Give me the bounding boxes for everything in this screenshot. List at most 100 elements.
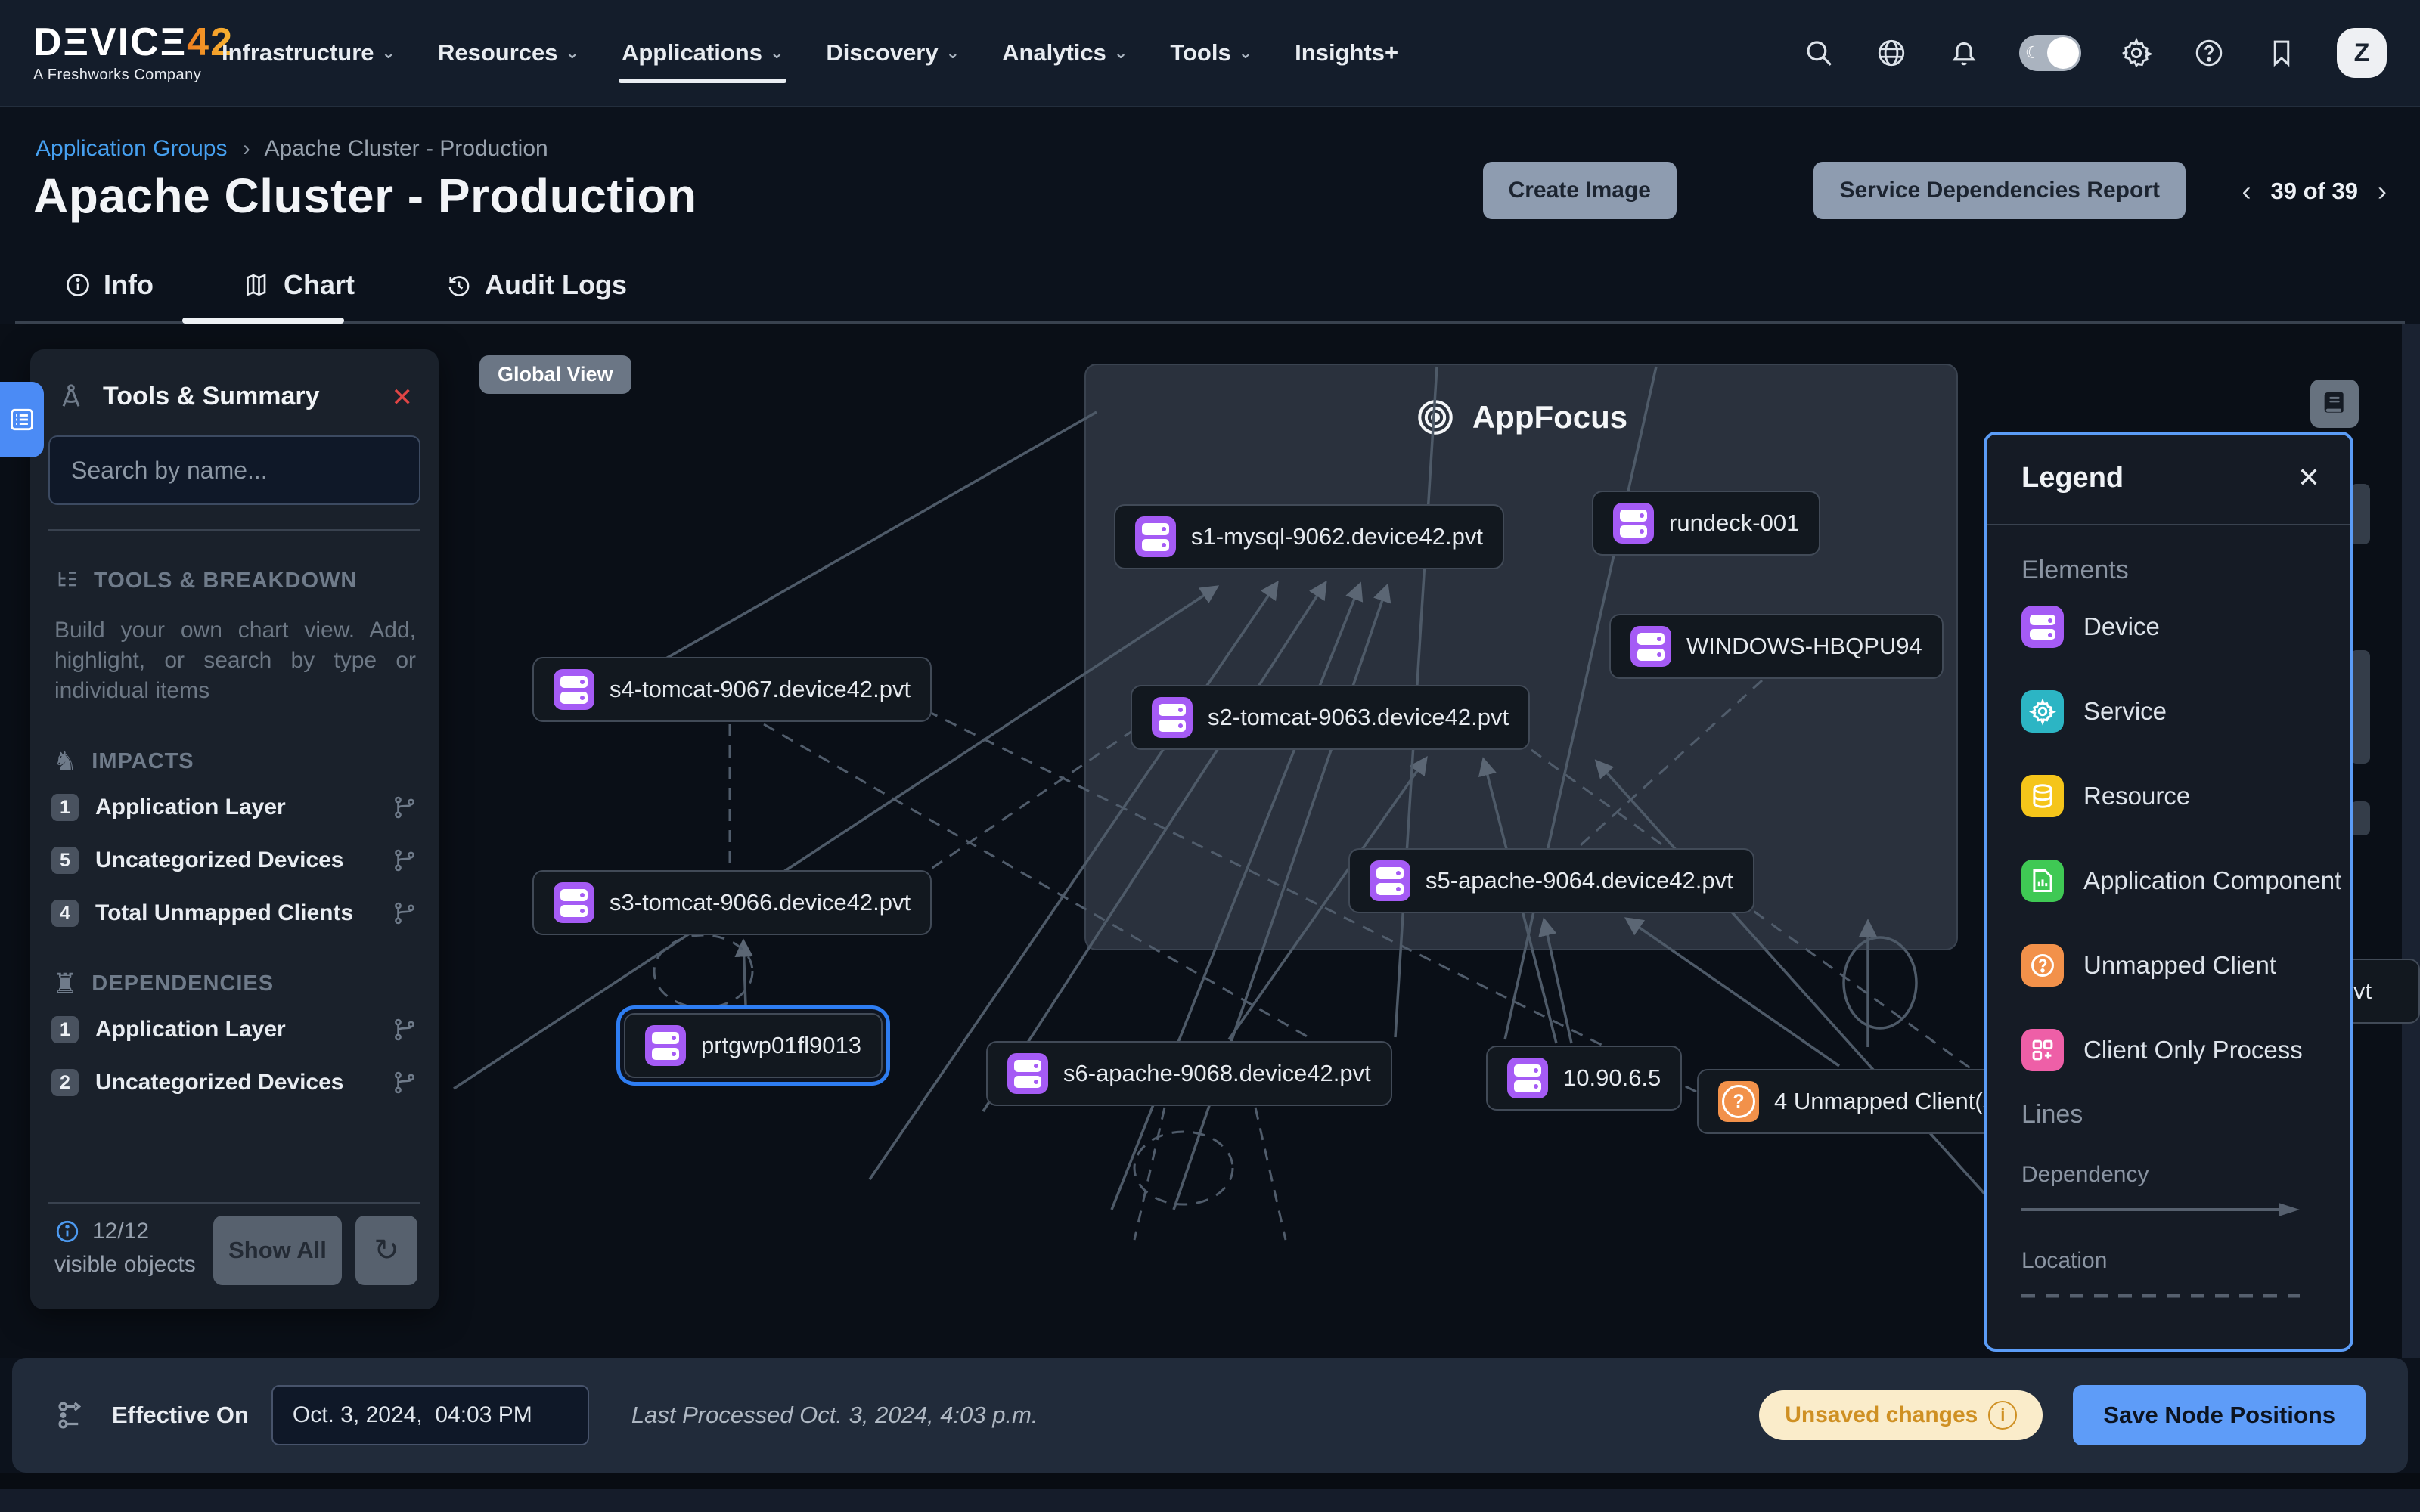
section-title: DEPENDENCIES	[92, 971, 274, 996]
active-tab-underline	[182, 318, 344, 324]
visible-objects-label: visible objects	[54, 1252, 196, 1278]
database-icon	[2021, 775, 2064, 817]
effective-on-label: Effective On	[112, 1402, 249, 1429]
history-icon	[445, 271, 473, 299]
refresh-button[interactable]: ↻	[355, 1216, 417, 1285]
panel-collapse-tab[interactable]	[0, 382, 44, 457]
chevron-down-icon: ⌄	[1239, 43, 1252, 63]
node-s3-tomcat[interactable]: s3-tomcat-9066.device42.pvt	[532, 870, 932, 935]
page-bottom-strip	[0, 1489, 2420, 1512]
book-icon	[2319, 389, 2350, 419]
node-s2-tomcat[interactable]: s2-tomcat-9063.device42.pvt	[1131, 685, 1530, 750]
node-rundeck-001[interactable]: rundeck-001	[1592, 491, 1820, 556]
impact-row-uncategorized[interactable]: 5 Uncategorized Devices	[51, 847, 417, 874]
unmapped-client-icon	[2021, 944, 2064, 987]
legend-item-client-only-process: Client Only Process	[2021, 1029, 2303, 1071]
node-unmapped-clients[interactable]: ? 4 Unmapped Client(s	[1697, 1069, 2015, 1134]
info-icon	[64, 271, 92, 299]
tab-info[interactable]: Info	[64, 269, 154, 301]
legend-elements-heading: Elements	[2021, 556, 2129, 585]
menu-tools[interactable]: Tools⌄	[1170, 39, 1252, 67]
menu-insights[interactable]: Insights+	[1295, 39, 1398, 67]
create-image-button[interactable]: Create Image	[1483, 162, 1677, 219]
branch-icon[interactable]	[392, 847, 417, 873]
show-all-button[interactable]: Show All	[213, 1216, 342, 1285]
bookmark-icon[interactable]	[2264, 36, 2299, 70]
chevron-down-icon: ⌄	[382, 43, 396, 63]
branch-icon[interactable]	[392, 1070, 417, 1095]
count-badge: 1	[51, 1016, 79, 1043]
device-icon	[1613, 503, 1654, 544]
count-badge: 4	[51, 900, 79, 927]
device-icon	[1007, 1053, 1048, 1094]
section-title: TOOLS & BREAKDOWN	[94, 569, 357, 593]
tabs-divider	[15, 321, 2405, 324]
close-icon[interactable]: ✕	[392, 383, 414, 413]
section-title: IMPACTS	[92, 749, 194, 774]
menu-resources[interactable]: Resources⌄	[438, 39, 579, 67]
node-label: prtgwp01fl9013	[701, 1032, 861, 1059]
menu-infrastructure[interactable]: Infrastructure⌄	[222, 39, 396, 67]
device-icon	[645, 1025, 686, 1066]
divider	[48, 529, 420, 531]
device-icon	[2021, 606, 2064, 648]
impact-row-application-layer[interactable]: 1 Application Layer	[51, 794, 417, 821]
chevron-down-icon: ⌄	[946, 43, 960, 63]
node-label: s2-tomcat-9063.device42.pvt	[1208, 704, 1509, 731]
service-dependencies-report-button[interactable]: Service Dependencies Report	[1813, 162, 2186, 219]
drafting-compass-icon	[56, 381, 86, 411]
branch-icon[interactable]	[392, 1017, 417, 1043]
bell-icon[interactable]	[1947, 36, 1981, 70]
dependency-chart-canvas[interactable]: AppFocus	[0, 324, 2420, 1358]
impact-row-unmapped-clients[interactable]: 4 Total Unmapped Clients	[51, 900, 417, 927]
node-s5-apache[interactable]: s5-apache-9064.device42.pvt	[1348, 848, 1754, 913]
visible-count: 12/12	[92, 1219, 149, 1244]
dependency-row-uncategorized[interactable]: 2 Uncategorized Devices	[51, 1069, 417, 1096]
prev-page-icon[interactable]: ‹	[2242, 175, 2251, 207]
global-view-badge: Global View	[479, 355, 631, 394]
node-s4-tomcat[interactable]: s4-tomcat-9067.device42.pvt	[532, 657, 932, 722]
refresh-icon: ↻	[374, 1233, 399, 1268]
node-prtgwp01fl9013-selected[interactable]: prtgwp01fl9013	[624, 1013, 883, 1078]
menu-analytics[interactable]: Analytics⌄	[1002, 39, 1128, 67]
breadcrumb-parent-link[interactable]: Application Groups	[36, 136, 227, 161]
dependency-line-sample	[2021, 1198, 2303, 1221]
device-icon	[1630, 626, 1671, 667]
breadcrumb-current: Apache Cluster - Production	[265, 136, 548, 161]
location-line-sample	[2021, 1284, 2303, 1307]
save-node-positions-button[interactable]: Save Node Positions	[2073, 1385, 2366, 1445]
rook-icon: ♜	[53, 968, 78, 999]
dependency-row-application-layer[interactable]: 1 Application Layer	[51, 1016, 417, 1043]
node-s6-apache[interactable]: s6-apache-9068.device42.pvt	[986, 1041, 1392, 1106]
node-label: s3-tomcat-9066.device42.pvt	[610, 889, 911, 916]
node-s1-mysql[interactable]: s1-mysql-9062.device42.pvt	[1114, 504, 1504, 569]
list-icon	[8, 405, 36, 434]
gear-icon[interactable]	[2119, 36, 2154, 70]
tab-chart[interactable]: Chart	[244, 269, 355, 301]
menu-discovery[interactable]: Discovery⌄	[826, 39, 960, 67]
user-avatar[interactable]: Z	[2337, 28, 2387, 78]
node-10-90-6-5[interactable]: 10.90.6.5	[1486, 1046, 1682, 1111]
device42-logo[interactable]: DΞVICΞ42 A Freshworks Company	[33, 20, 234, 84]
panel-title: Tools & Summary	[103, 382, 320, 411]
top-navbar: DΞVICΞ42 A Freshworks Company Infrastruc…	[0, 0, 2420, 107]
tab-audit-logs[interactable]: Audit Logs	[445, 269, 627, 301]
effective-on-input[interactable]	[271, 1385, 589, 1445]
node-windows-hbqpu94[interactable]: WINDOWS-HBQPU94	[1609, 614, 1944, 679]
globe-icon[interactable]	[1874, 36, 1909, 70]
appfocus-header: AppFocus	[1086, 397, 1956, 438]
search-input[interactable]	[48, 435, 420, 505]
close-icon[interactable]: ✕	[2297, 462, 2320, 494]
device-icon	[1152, 697, 1193, 738]
branch-icon[interactable]	[392, 795, 417, 820]
help-icon[interactable]	[2192, 36, 2226, 70]
branch-icon[interactable]	[392, 900, 417, 926]
search-icon[interactable]	[1801, 36, 1836, 70]
dark-mode-toggle[interactable]: ☾	[2019, 35, 2081, 71]
legend-toggle-button[interactable]	[2310, 380, 2359, 428]
logo-word: DΞVICΞ	[33, 20, 187, 64]
menu-applications[interactable]: Applications⌄	[622, 39, 783, 67]
knight-icon: ♞	[53, 745, 78, 777]
divider	[48, 1202, 420, 1204]
next-page-icon[interactable]: ›	[2378, 175, 2387, 207]
